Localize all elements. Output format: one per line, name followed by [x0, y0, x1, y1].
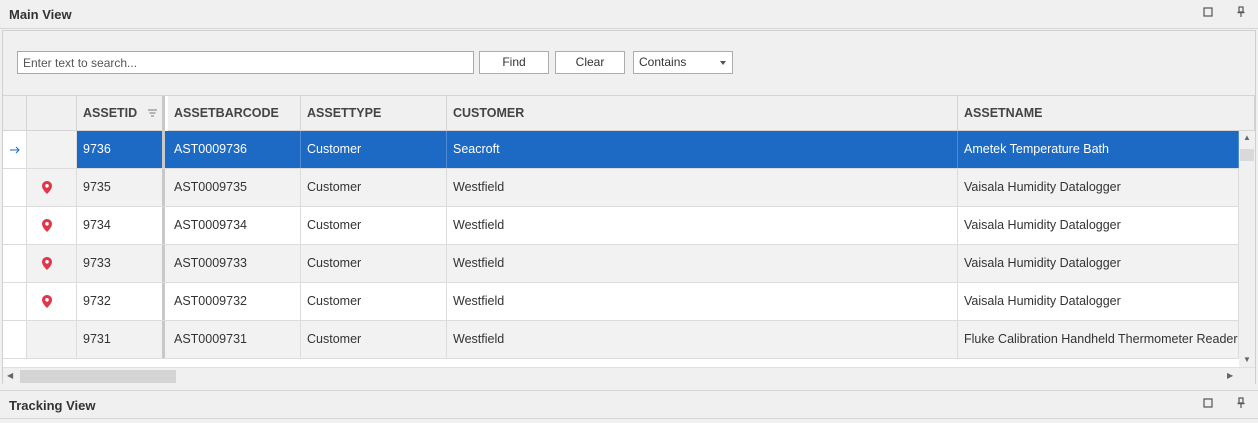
maximize-icon[interactable]	[1200, 397, 1216, 413]
column-header-assetbarcode[interactable]: ASSETBARCODE	[168, 96, 301, 131]
location-pin-icon	[42, 181, 52, 194]
row-indicator[interactable]	[3, 131, 27, 168]
cell-assetbarcode[interactable]: AST0009736	[168, 131, 301, 168]
table-row[interactable]: 9731 AST0009731 Customer Westfield Fluke Cal…	[3, 321, 1239, 359]
marker-cell	[27, 131, 77, 168]
column-header-assetname[interactable]: ASSETNAME	[958, 96, 1255, 131]
maximize-icon[interactable]	[1200, 6, 1216, 22]
cell-customer[interactable]: Westfield	[447, 283, 958, 320]
row-indicator[interactable]	[3, 283, 27, 320]
scroll-down-icon[interactable]: ▼	[1243, 355, 1251, 364]
cell-assetname[interactable]: Vaisala Humidity Datalogger	[958, 169, 1239, 206]
main-view-header: Main View	[0, 0, 1258, 29]
table-row[interactable]: 9734 AST0009734 Customer Westfield Vaisala H…	[3, 207, 1239, 245]
cell-assettype[interactable]: Customer	[301, 245, 447, 282]
location-pin-icon	[42, 257, 52, 270]
column-header-assetid[interactable]: ASSETID	[77, 96, 165, 131]
pin-icon[interactable]	[1233, 6, 1249, 22]
search-input[interactable]	[17, 51, 474, 74]
row-indicator[interactable]	[3, 245, 27, 282]
cell-assettype[interactable]: Customer	[301, 169, 447, 206]
main-view-body: Find Clear Contains ASSETID ASSETBARCODE…	[2, 30, 1256, 384]
cell-assetname[interactable]: Fluke Calibration Handheld Thermometer R…	[958, 321, 1239, 358]
marker-cell	[27, 207, 77, 244]
tracking-view-header: Tracking View	[0, 390, 1258, 419]
row-indicator[interactable]	[3, 207, 27, 244]
table-row[interactable]: 9736 AST0009736 Customer Seacroft Ametek Tem…	[3, 131, 1239, 169]
cell-customer[interactable]: Westfield	[447, 245, 958, 282]
column-header-customer[interactable]: CUSTOMER	[447, 96, 958, 131]
table-row[interactable]: 9733 AST0009733 Customer Westfield Vaisala H…	[3, 245, 1239, 283]
main-view-title: Main View	[9, 7, 72, 22]
cell-assettype[interactable]: Customer	[301, 321, 447, 358]
search-mode-value: Contains	[639, 55, 687, 69]
marker-cell	[27, 321, 77, 358]
current-row-arrow-icon	[10, 146, 20, 154]
clear-button[interactable]: Clear	[555, 51, 625, 74]
sort-icon	[148, 109, 157, 117]
tracking-view-title: Tracking View	[9, 398, 96, 413]
cell-assetbarcode[interactable]: AST0009731	[168, 321, 301, 358]
marker-cell	[27, 283, 77, 320]
cell-assetname[interactable]: Vaisala Humidity Datalogger	[958, 245, 1239, 282]
find-button[interactable]: Find	[479, 51, 549, 74]
pin-icon[interactable]	[1233, 397, 1249, 413]
vertical-scroll-thumb[interactable]	[1240, 149, 1254, 161]
marker-cell	[27, 245, 77, 282]
cell-customer[interactable]: Westfield	[447, 169, 958, 206]
column-header-label: ASSETID	[83, 106, 138, 120]
asset-grid[interactable]: ASSETID ASSETBARCODE ASSETTYPE CUSTOMER …	[3, 95, 1255, 384]
row-indicator[interactable]	[3, 169, 27, 206]
cell-assetid[interactable]: 9732	[77, 283, 165, 320]
cell-assetname[interactable]: Vaisala Humidity Datalogger	[958, 207, 1239, 244]
cell-assetbarcode[interactable]: AST0009733	[168, 245, 301, 282]
cell-assetname[interactable]: Ametek Temperature Bath	[958, 131, 1239, 168]
row-indicator[interactable]	[3, 321, 27, 358]
table-row[interactable]: 9735 AST0009735 Customer Westfield Vaisala H…	[3, 169, 1239, 207]
cell-assetbarcode[interactable]: AST0009734	[168, 207, 301, 244]
scroll-up-icon[interactable]: ▲	[1243, 133, 1251, 142]
cell-customer[interactable]: Westfield	[447, 207, 958, 244]
cell-assetid[interactable]: 9733	[77, 245, 165, 282]
chevron-down-icon	[720, 61, 726, 65]
cell-assetbarcode[interactable]: AST0009732	[168, 283, 301, 320]
scroll-right-icon[interactable]: ▶	[1227, 371, 1233, 380]
search-mode-dropdown[interactable]: Contains	[633, 51, 733, 74]
location-pin-icon	[42, 295, 52, 308]
cell-assetid[interactable]: 9735	[77, 169, 165, 206]
table-row[interactable]: 9732 AST0009732 Customer Westfield Vaisala H…	[3, 283, 1239, 321]
cell-customer[interactable]: Seacroft	[447, 131, 958, 168]
cell-assetid[interactable]: 9734	[77, 207, 165, 244]
cell-assettype[interactable]: Customer	[301, 131, 447, 168]
column-header-assettype[interactable]: ASSETTYPE	[301, 96, 447, 131]
indicator-header	[3, 96, 27, 131]
marker-cell	[27, 169, 77, 206]
horizontal-scroll-thumb[interactable]	[20, 370, 176, 383]
vertical-scrollbar[interactable]: ▲ ▼	[1239, 131, 1255, 368]
cell-assetname[interactable]: Vaisala Humidity Datalogger	[958, 283, 1239, 320]
cell-customer[interactable]: Westfield	[447, 321, 958, 358]
location-pin-icon	[42, 219, 52, 232]
cell-assetbarcode[interactable]: AST0009735	[168, 169, 301, 206]
horizontal-scrollbar[interactable]: ◀ ▶	[3, 367, 1255, 384]
marker-header	[27, 96, 77, 131]
cell-assettype[interactable]: Customer	[301, 283, 447, 320]
cell-assetid[interactable]: 9731	[77, 321, 165, 358]
scroll-left-icon[interactable]: ◀	[7, 371, 13, 380]
cell-assettype[interactable]: Customer	[301, 207, 447, 244]
cell-assetid[interactable]: 9736	[77, 131, 165, 168]
